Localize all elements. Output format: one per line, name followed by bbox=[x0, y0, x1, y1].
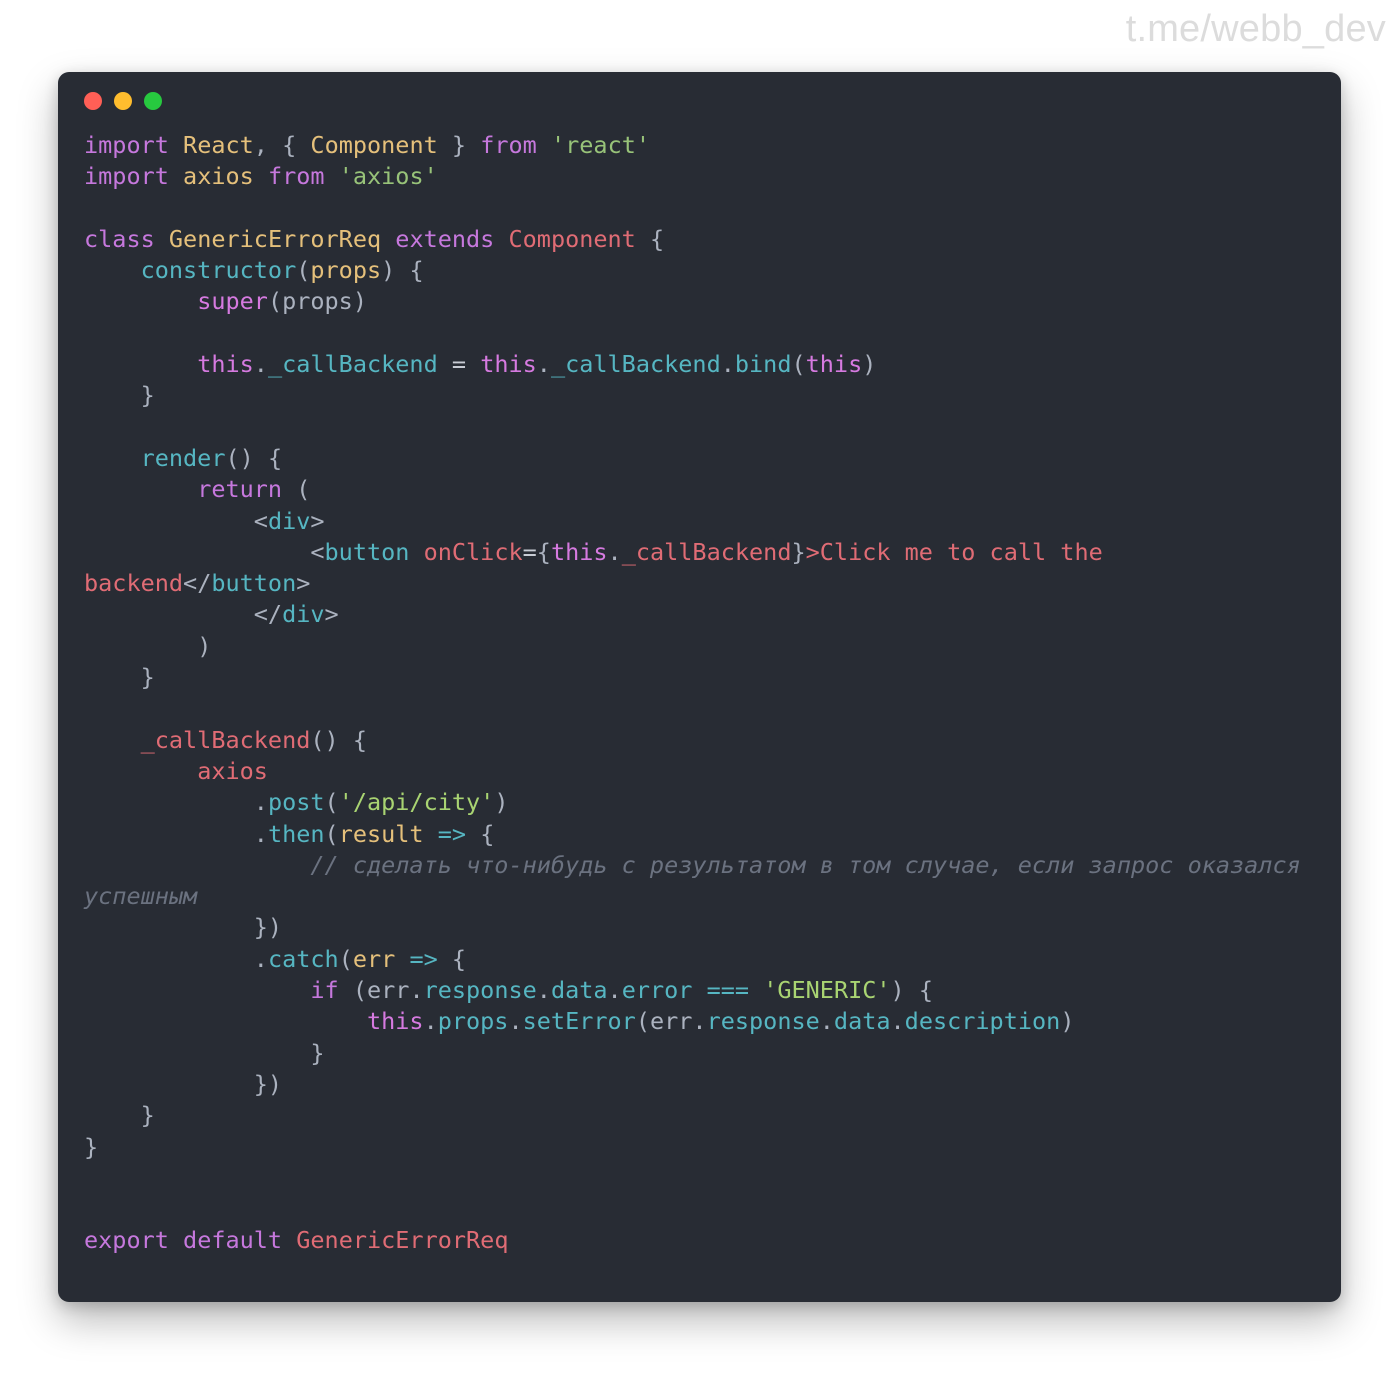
window-titlebar bbox=[58, 72, 1341, 130]
code-line: ) bbox=[197, 631, 212, 660]
code-line: import React, { Component } from 'react' bbox=[84, 131, 651, 159]
code-window: import React, { Component } from 'react'… bbox=[58, 72, 1341, 1302]
watermark: t.me/webb_dev bbox=[1125, 8, 1386, 50]
code-line: } bbox=[140, 1101, 155, 1130]
code-line: <div> bbox=[253, 506, 325, 535]
code-line: .then(result => { bbox=[253, 819, 495, 848]
code-line: } bbox=[140, 663, 155, 692]
code-line: .post('/api/city') bbox=[253, 788, 509, 817]
maximize-button[interactable] bbox=[144, 92, 162, 110]
code-line: </div> bbox=[253, 600, 339, 629]
code-line: import axios from 'axios' bbox=[84, 162, 438, 191]
code-line: .catch(err => { bbox=[253, 944, 467, 973]
code-line: }) bbox=[253, 913, 283, 942]
code-line: } bbox=[140, 381, 155, 410]
code-line: if (err.response.data.error === 'GENERIC… bbox=[310, 976, 934, 1005]
code-line: } bbox=[84, 1132, 99, 1161]
close-button[interactable] bbox=[84, 92, 102, 110]
code-line: axios bbox=[197, 756, 268, 785]
code-line: render() { bbox=[140, 443, 283, 472]
code-line: this._callBackend = this._callBackend.bi… bbox=[197, 350, 877, 379]
code-body[interactable]: import React, { Component } from 'react'… bbox=[58, 130, 1341, 1277]
code-line: class GenericErrorReq extends Component … bbox=[84, 224, 665, 253]
code-line: this.props.setError(err.response.data.de… bbox=[366, 1007, 1075, 1036]
code-line: super(props) bbox=[197, 287, 367, 316]
code-block[interactable]: import React, { Component } from 'react'… bbox=[84, 130, 1315, 1257]
code-line: export default GenericErrorReq bbox=[84, 1226, 509, 1255]
code-line-comment: // сделать что-нибудь с результатом в то… bbox=[84, 850, 1315, 913]
inline-comment: // сделать что-нибудь с результатом в то… bbox=[84, 850, 1315, 911]
code-line: }) bbox=[253, 1069, 283, 1098]
code-line: _callBackend() { bbox=[140, 725, 367, 754]
code-line: } bbox=[310, 1038, 325, 1067]
code-line: return ( bbox=[197, 475, 311, 504]
code-line: <button onClick={this._callBackend}>Clic… bbox=[84, 537, 1117, 598]
code-line: constructor(props) { bbox=[140, 256, 424, 285]
minimize-button[interactable] bbox=[114, 92, 132, 110]
